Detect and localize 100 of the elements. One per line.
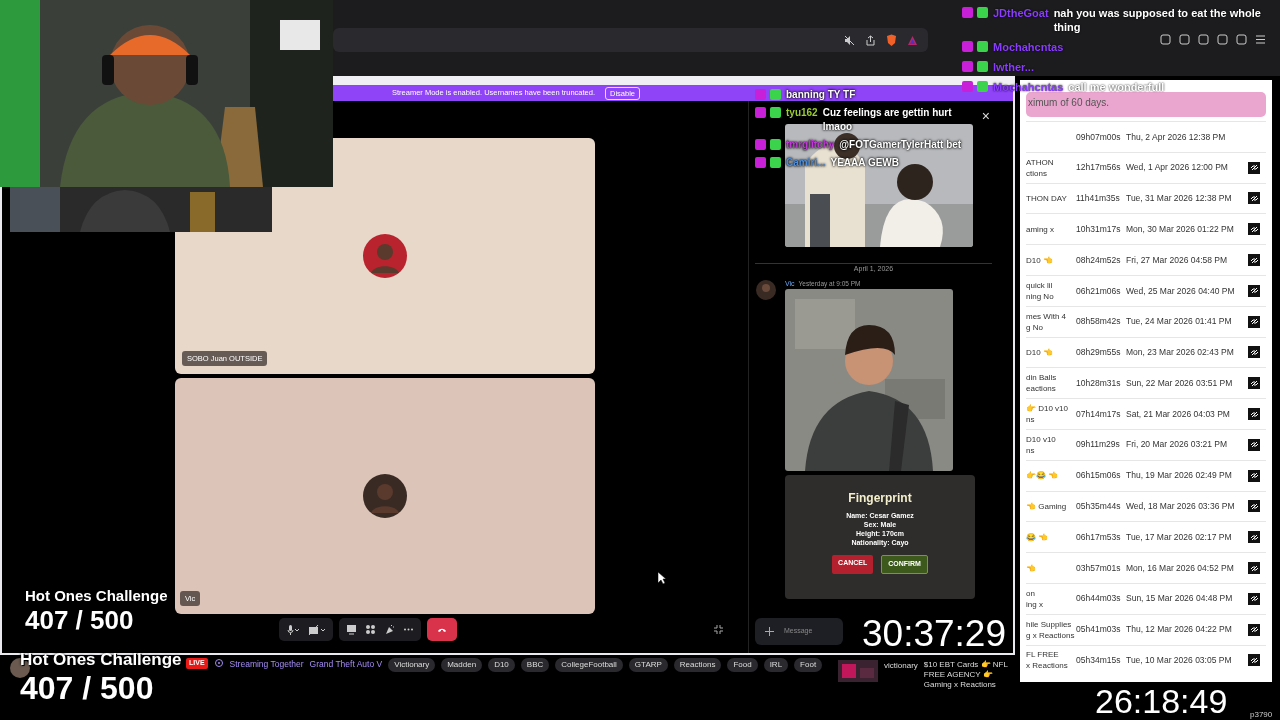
hang-up-button[interactable] <box>427 618 457 641</box>
vod-title: THON DAY <box>1026 193 1068 204</box>
link-button[interactable] <box>1248 562 1260 575</box>
duration: 05h34m15s <box>1076 654 1122 667</box>
plus-icon[interactable] <box>765 627 774 636</box>
duration: 12h17m56s <box>1076 161 1122 175</box>
date: Mon, 16 Mar 2026 04:52 PM <box>1126 561 1235 575</box>
duration: 08h24m52s <box>1076 253 1122 267</box>
link-button[interactable] <box>1248 223 1260 236</box>
tag[interactable]: CollegeFootball <box>555 658 623 672</box>
camera-off-icon[interactable] <box>308 623 326 636</box>
link-button[interactable] <box>1248 408 1260 421</box>
tag[interactable]: Foot <box>794 658 823 672</box>
menu-icon[interactable] <box>1255 34 1266 45</box>
link-button[interactable] <box>1248 438 1260 451</box>
badge-icon <box>755 139 766 150</box>
duration: 05h35m44s <box>1076 500 1122 513</box>
link-button[interactable] <box>1248 254 1260 267</box>
link-button[interactable] <box>1248 592 1260 605</box>
badge-icon <box>977 61 988 72</box>
date: Tue, 31 Mar 2026 12:38 PM <box>1126 192 1233 205</box>
link-icon <box>1249 409 1259 419</box>
chat-username[interactable]: tyu162 <box>786 106 818 134</box>
badge-icon <box>770 89 781 100</box>
link-button[interactable] <box>1248 654 1260 667</box>
link-button[interactable] <box>1248 377 1260 390</box>
avatar-icon <box>362 233 408 279</box>
close-button[interactable]: × <box>981 109 990 123</box>
counter-value: 407 / 500 <box>25 607 135 633</box>
date: Thu, 2 Apr 2026 12:38 PM <box>1126 130 1227 144</box>
chat-message: nah you was supposed to eat the whole thing <box>1053 6 1262 34</box>
channel-name[interactable]: victionary <box>884 660 918 690</box>
tag[interactable]: Madden <box>441 658 483 672</box>
link-button[interactable] <box>1248 315 1260 328</box>
date: Wed, 18 Mar 2026 03:36 PM <box>1126 500 1236 513</box>
tag[interactable]: D10 <box>488 658 515 672</box>
link-icon <box>1249 440 1259 450</box>
link-button[interactable] <box>1248 500 1260 513</box>
overlay-tag: p3790 <box>1250 709 1273 720</box>
notice-text: ximum of 60 days. <box>1026 92 1266 117</box>
avatar-icon <box>755 278 777 301</box>
tag[interactable]: Food <box>727 658 758 672</box>
link-button[interactable] <box>1248 623 1260 636</box>
date: Thu, 12 Mar 2026 04:22 PM <box>1126 623 1233 636</box>
duration: 03h57m01s <box>1076 561 1122 575</box>
phone-icon <box>437 626 447 633</box>
timer: 30:37:29 <box>862 612 1007 656</box>
date: Tue, 17 Mar 2026 02:17 PM <box>1126 530 1233 544</box>
minimize-icon[interactable] <box>713 624 724 635</box>
broadcast-icon <box>213 658 224 668</box>
vod-title: 👈 <box>1026 562 1037 574</box>
link-button[interactable] <box>1248 192 1260 205</box>
vod-title: D10 👈 <box>1026 346 1054 358</box>
date: Tue, 10 Mar 2026 03:05 PM <box>1126 654 1233 667</box>
link-icon <box>1249 378 1259 388</box>
duration: 10h31m17s <box>1076 222 1122 236</box>
duration: 06h15m06s <box>1076 469 1122 483</box>
badge-icon <box>962 7 973 18</box>
link-icon <box>1249 347 1259 357</box>
tag[interactable]: IRL <box>763 658 789 672</box>
duration: 09h07m00s <box>1076 130 1122 144</box>
share-icon[interactable] <box>865 34 876 46</box>
sparkle-icon[interactable] <box>384 624 395 635</box>
date: Fri, 27 Mar 2026 04:58 PM <box>1126 253 1229 267</box>
badge-icon <box>962 41 973 52</box>
vod-title: 👉 D10 v10 ns <box>1026 403 1070 426</box>
screen-share-icon[interactable] <box>346 624 357 635</box>
tag[interactable]: Victionary <box>388 658 436 672</box>
vod-title: ATHON ctions <box>1026 156 1055 179</box>
game-link[interactable]: Grand Theft Auto V <box>309 658 383 671</box>
link-button[interactable] <box>1248 284 1260 297</box>
link-icon <box>1249 594 1259 604</box>
avatar-icon <box>362 473 408 519</box>
vod-title: on ing x <box>1026 587 1044 610</box>
tag[interactable]: GTARP <box>628 658 668 672</box>
link-button[interactable] <box>1248 469 1260 482</box>
duration: 08h29m55s <box>1076 346 1122 359</box>
vod-title: 👈 Gaming <box>1026 500 1068 512</box>
link-button[interactable] <box>1248 531 1260 544</box>
counter-value: 407 / 500 <box>20 672 155 704</box>
link-button[interactable] <box>1248 346 1260 359</box>
date: Wed, 1 Apr 2026 12:00 PM <box>1126 161 1229 175</box>
duration: 08h58m42s <box>1076 315 1122 329</box>
mute-icon[interactable] <box>844 34 855 46</box>
link-icon <box>1249 286 1259 296</box>
vod-title: mes With 4 g No <box>1026 310 1067 333</box>
link-button[interactable] <box>1248 161 1260 174</box>
badge-icon <box>962 61 973 72</box>
link-icon <box>1249 471 1259 481</box>
duration: 06h21m06s <box>1076 284 1122 298</box>
microphone-icon[interactable] <box>286 623 300 636</box>
link-icon <box>1249 655 1259 665</box>
tag[interactable]: Reactions <box>673 658 722 672</box>
apps-icon[interactable] <box>365 624 376 635</box>
tag[interactable]: BBC <box>520 658 550 672</box>
link-icon <box>1249 563 1259 573</box>
triangle-icon[interactable] <box>907 34 918 46</box>
counter-title: Hot Ones Challenge <box>20 651 182 668</box>
date: Fri, 20 Mar 2026 03:21 PM <box>1126 438 1229 452</box>
link-icon <box>1249 194 1259 203</box>
